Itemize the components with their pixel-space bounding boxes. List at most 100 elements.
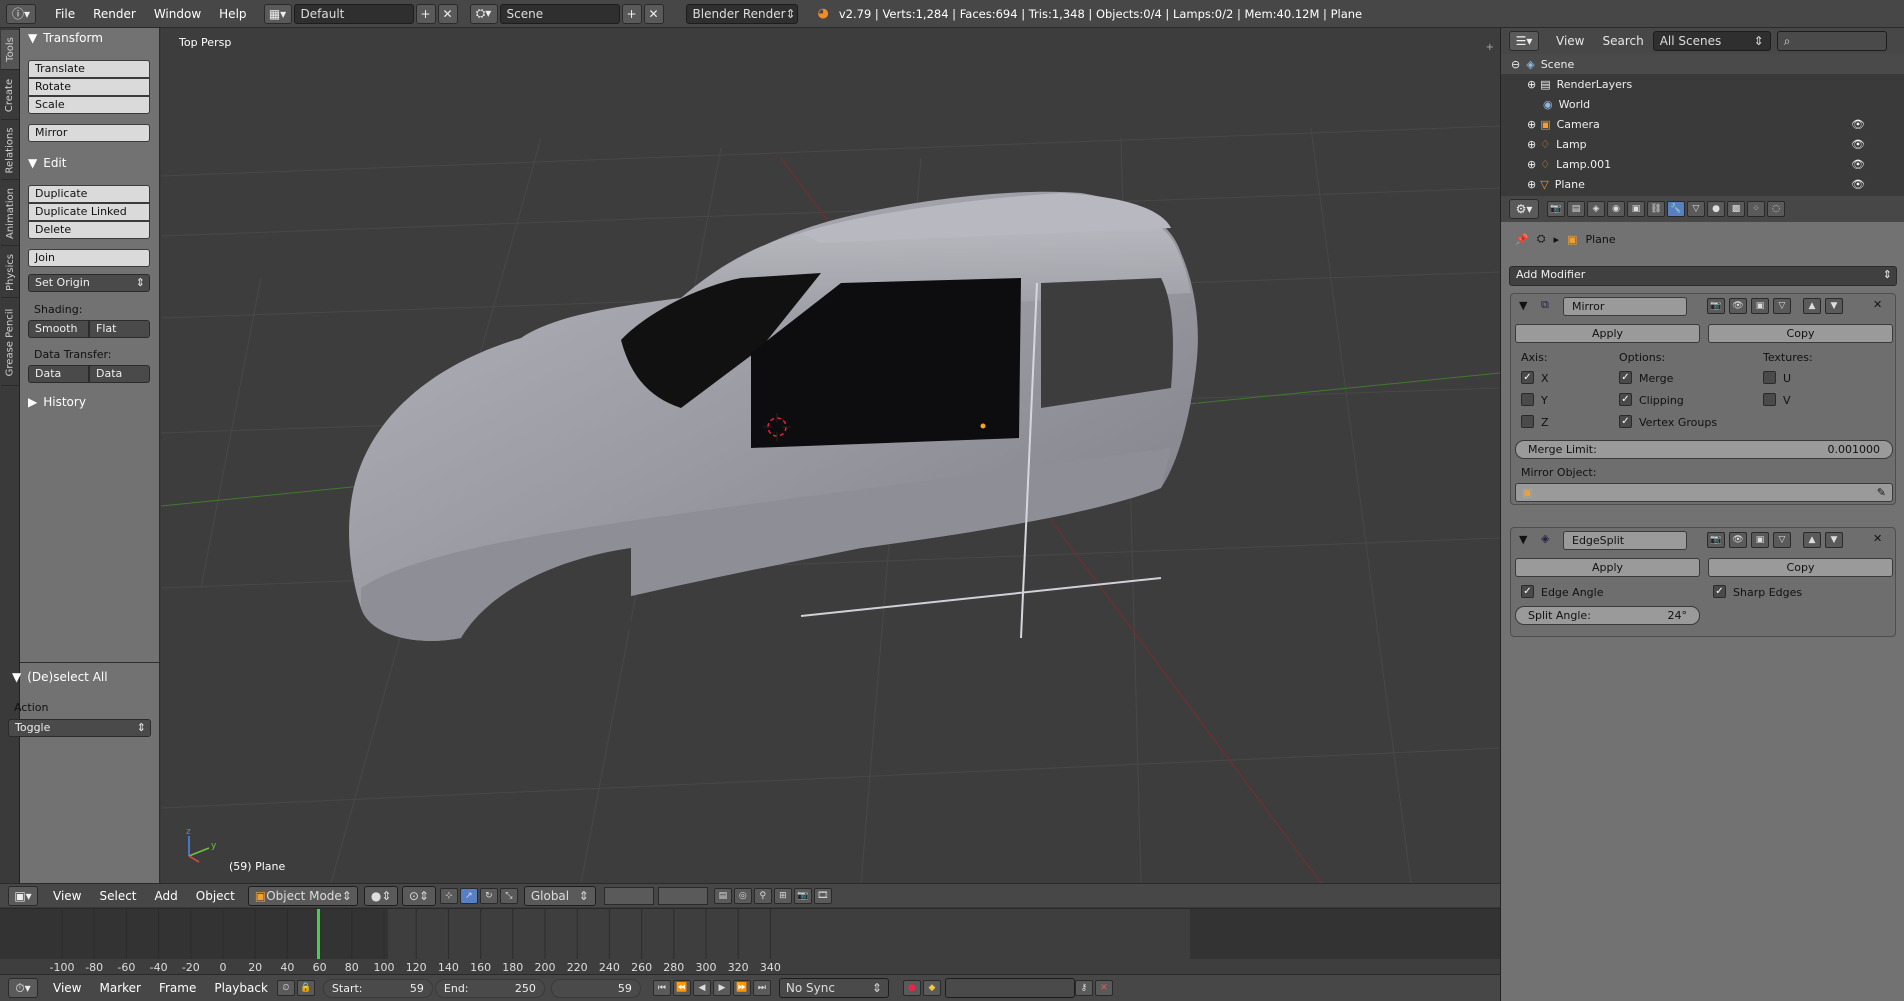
edgesplit-apply-button[interactable]: Apply [1515,558,1700,577]
transform-panel-header[interactable]: ▼ Transform [28,31,103,45]
play-reverse-icon[interactable]: ◀ [692,980,711,996]
outliner-row-lamp-001[interactable]: ⊕ ♢ Lamp.001 👁 [1501,154,1904,174]
translate-button[interactable]: Translate [28,60,150,78]
tab-grease-pencil[interactable]: Grease Pencil [1,300,19,386]
merge-limit-field[interactable]: Merge Limit: 0.001000 [1515,440,1893,459]
outliner-row-renderlayers[interactable]: ⊕ ▤ RenderLayers [1501,74,1904,94]
insert-keyframe-icon[interactable]: ⚷ [1074,980,1093,996]
start-frame-field[interactable]: Start: 59 [322,978,433,998]
opengl-animation-icon[interactable]: 🎞 [813,887,832,904]
menu-timeline-view[interactable]: View [44,981,90,995]
data-button[interactable]: Data [28,365,89,383]
lock-range-icon[interactable]: 🔒 [296,980,315,996]
translate-manipulator-icon[interactable]: ↗ [459,887,478,904]
add-modifier-dropdown[interactable]: Add Modifier ⇕ [1509,266,1897,286]
texture-u-checkbox[interactable] [1763,371,1776,384]
history-panel-header[interactable]: ▶ History [28,395,86,409]
merge-checkbox[interactable]: ✓ [1619,371,1632,384]
outliner-row-plane[interactable]: ⊕ ▽ Plane 👁 [1501,174,1904,194]
pin-icon[interactable]: 📌 [1515,233,1529,246]
scene-dropdown[interactable]: Scene [499,3,620,24]
flat-button[interactable]: Flat [89,320,150,338]
render-engine-dropdown[interactable]: Blender Render ⇕ [685,3,798,24]
outliner-scope-dropdown[interactable]: All Scenes ⇕ [1652,31,1771,51]
visibility-eye-icon[interactable]: 👁 [1851,138,1865,151]
move-down-icon[interactable]: ▼ [1825,298,1843,314]
jump-end-icon[interactable]: ⏭ [752,980,771,996]
pivot-dropdown[interactable]: ⊙⇕ [401,885,436,906]
snap-element-icon[interactable]: ⊞ [773,887,792,904]
tab-relations[interactable]: Relations [1,122,19,180]
snap-icon[interactable]: ⚲ [753,887,772,904]
data-layout-button[interactable]: Data Layo [89,365,150,383]
mirror-name-field[interactable]: Mirror [1563,297,1687,316]
keying-set-field[interactable] [944,978,1075,998]
3d-viewport[interactable]: y z Top Persp (59) Plane + [161,28,1500,883]
action-dropdown[interactable]: Toggle ⇕ [8,719,151,737]
close-icon[interactable]: ✕ [1873,532,1882,545]
duplicate-button[interactable]: Duplicate [28,185,150,203]
mode-dropdown[interactable]: ▣ Object Mode ⇕ [247,885,358,906]
physics-tab-icon[interactable]: ◌ [1767,201,1785,217]
object-tab-icon[interactable]: ▣ [1627,201,1645,217]
visibility-eye-icon[interactable]: 👁 [1851,158,1865,171]
mirror-copy-button[interactable]: Copy [1708,324,1893,343]
menu-object[interactable]: Object [187,889,244,903]
scale-button[interactable]: Scale [28,96,150,114]
rotate-button[interactable]: Rotate [28,78,150,96]
duplicate-linked-button[interactable]: Duplicate Linked [28,203,150,221]
axis-x-checkbox[interactable]: ✓ [1521,371,1534,384]
tab-create[interactable]: Create [1,72,19,120]
edit-panel-header[interactable]: ▼ Edit [28,156,66,170]
visibility-eye-icon[interactable]: 👁 [1851,118,1865,131]
outliner-search-input[interactable]: ⌕ [1776,31,1887,51]
menu-window[interactable]: Window [145,7,210,21]
axis-y-checkbox[interactable] [1521,393,1534,406]
menu-file[interactable]: File [46,7,84,21]
visibility-eye-icon[interactable]: 👁 [1851,178,1865,191]
tab-physics[interactable]: Physics [1,248,19,298]
outliner-menu-search[interactable]: Search [1593,34,1652,48]
proportional-edit-icon[interactable]: ◎ [733,887,752,904]
render-tab-icon[interactable]: 📷 [1547,201,1565,217]
next-keyframe-icon[interactable]: ⏩ [732,980,751,996]
add-scene-icon[interactable]: + [621,3,642,24]
prev-keyframe-icon[interactable]: ⏪ [672,980,691,996]
delete-keyframe-icon[interactable]: ✕ [1094,980,1113,996]
sync-dropdown[interactable]: No Sync ⇕ [778,978,889,998]
play-icon[interactable]: ▶ [712,980,731,996]
renderlayers-tab-icon[interactable]: ▤ [1567,201,1585,217]
layout-icon[interactable]: ▦▾ [263,3,292,24]
sharp-edges-checkbox[interactable]: ✓ [1713,585,1726,598]
mirror-object-field[interactable]: ▣ ✎ [1515,483,1893,502]
move-down-icon[interactable]: ▼ [1825,532,1843,548]
outliner-row-camera[interactable]: ⊕ ▣ Camera 👁 [1501,114,1904,134]
edgesplit-name-field[interactable]: EdgeSplit [1563,531,1687,550]
texture-v-checkbox[interactable] [1763,393,1776,406]
scene-tab-icon[interactable]: ◈ [1587,201,1605,217]
layer-buttons[interactable] [603,886,654,905]
material-tab-icon[interactable]: ● [1707,201,1725,217]
set-origin-dropdown[interactable]: Set Origin ⇕ [28,274,150,292]
menu-frame[interactable]: Frame [150,981,205,995]
layout-dropdown[interactable]: Default [293,3,414,24]
outliner-row-world[interactable]: ◉ World [1501,94,1904,114]
clipping-checkbox[interactable]: ✓ [1619,393,1632,406]
record-icon[interactable]: ● [902,980,921,996]
join-button[interactable]: Join [28,249,150,267]
preview-range-icon[interactable]: ⏲ [276,980,295,996]
outliner-menu-view[interactable]: View [1547,34,1593,48]
render-toggle-icon[interactable]: 📷 [1707,298,1725,314]
manipulator-toggle-icon[interactable]: ⊹ [439,887,458,904]
mirror-button[interactable]: Mirror [28,124,150,142]
timeline[interactable]: -100 -80 -60 -40 -20 0 20 40 60 80 100 120 140 160 180… [0,908,1500,974]
edge-angle-checkbox[interactable]: ✓ [1521,585,1534,598]
current-frame-indicator[interactable] [316,909,320,959]
delete-button[interactable]: Delete [28,221,150,239]
remove-scene-icon[interactable]: ✕ [643,3,664,24]
modifiers-tab-icon[interactable]: 🔧 [1667,201,1685,217]
menu-playback[interactable]: Playback [205,981,277,995]
edgesplit-copy-button[interactable]: Copy [1708,558,1893,577]
editor-type-icon[interactable]: ▣▾ [8,885,38,906]
menu-render[interactable]: Render [84,7,145,21]
